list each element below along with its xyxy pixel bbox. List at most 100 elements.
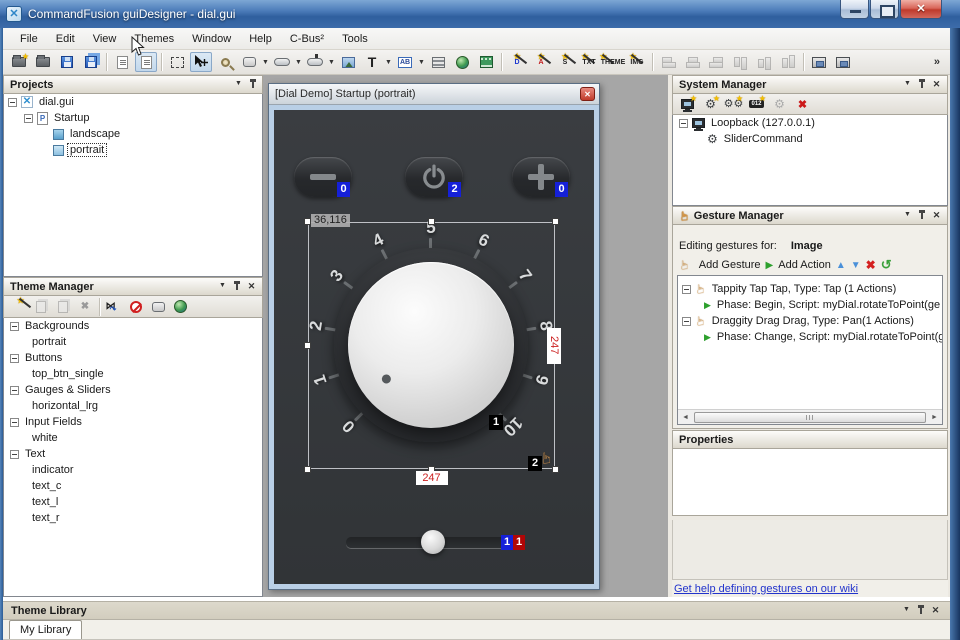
text-tool-dropdown[interactable]: ▼ — [384, 52, 393, 72]
device-wizard-button[interactable]: D — [506, 52, 528, 72]
horizontal-scrollbar[interactable]: ◄ ► — [678, 409, 942, 424]
slider-wizard-button[interactable]: S — [554, 52, 576, 72]
save-all-button[interactable] — [80, 52, 102, 72]
resize-handle[interactable] — [428, 218, 435, 225]
same-height-button[interactable] — [832, 52, 854, 72]
tree-item-loopback[interactable]: Loopback (127.0.0.1) — [673, 115, 947, 131]
resize-handle[interactable] — [304, 342, 311, 349]
minus-button-object[interactable]: 0 — [294, 157, 352, 197]
scroll-right-icon[interactable]: ► — [927, 414, 942, 421]
marquee-select-tool[interactable] — [166, 52, 188, 72]
add-macro-icon[interactable]: ⚙⚙★ — [723, 94, 744, 114]
text-tool[interactable]: T — [361, 52, 383, 72]
input-tool-dropdown[interactable]: ▼ — [417, 52, 426, 72]
resize-handle[interactable] — [552, 466, 559, 473]
flip-theme-icon[interactable]: ⋈ — [104, 297, 124, 317]
script-editor-button[interactable] — [111, 52, 133, 72]
menu-tools[interactable]: Tools — [333, 28, 377, 50]
add-numeric-icon[interactable]: 012★ — [746, 94, 767, 114]
theme-library-dropdown-icon[interactable]: ▼ — [900, 604, 913, 617]
delete-system-icon[interactable]: ✖ — [792, 94, 813, 114]
tree-item-gauges-sliders[interactable]: Gauges & Sliders — [4, 382, 262, 398]
paste-theme-icon[interactable] — [53, 297, 73, 317]
align-right-button[interactable] — [705, 52, 727, 72]
power-button-object[interactable]: 2 — [405, 157, 463, 197]
button-tool[interactable] — [238, 52, 260, 72]
image-wizard-button[interactable]: IMG — [626, 52, 648, 72]
theme-library-close-icon[interactable]: ✕ — [929, 604, 942, 617]
tab-my-library[interactable]: My Library — [9, 620, 82, 639]
tree-item-bg-portrait[interactable]: portrait — [4, 334, 262, 350]
add-command-icon[interactable]: ⚙★ — [700, 94, 721, 114]
gauge-tool-dropdown[interactable]: ▼ — [327, 52, 336, 72]
projects-dropdown-icon[interactable]: ▼ — [232, 78, 245, 91]
theme-wizard-button[interactable]: THEME — [602, 52, 624, 72]
add-system-icon[interactable]: ★ — [677, 94, 698, 114]
tree-item-buttons[interactable]: Buttons — [4, 350, 262, 366]
collapse-icon[interactable] — [24, 114, 33, 123]
maximize-button[interactable] — [870, 0, 899, 19]
collapse-icon[interactable] — [8, 98, 17, 107]
tree-item-tap-action[interactable]: ▶ Phase: Begin, Script: myDial.rotateToP… — [678, 297, 942, 313]
slider-tool[interactable] — [271, 52, 293, 72]
move-up-icon[interactable]: ▲ — [836, 260, 846, 271]
add-action-button[interactable]: Add Action — [778, 259, 831, 271]
script-ide-button[interactable] — [135, 52, 157, 72]
theme-manager-dropdown-icon[interactable]: ▼ — [216, 280, 229, 293]
system-manager-dropdown-icon[interactable]: ▼ — [901, 78, 914, 91]
align-center-button[interactable] — [681, 52, 703, 72]
minimize-button[interactable] — [840, 0, 869, 19]
align-middle-button[interactable] — [753, 52, 775, 72]
tree-item-text-l[interactable]: text_l — [4, 494, 262, 510]
system-manager-close-icon[interactable]: ✕ — [930, 78, 943, 91]
menu-window[interactable]: Window — [183, 28, 240, 50]
button-tool-dropdown[interactable]: ▼ — [261, 52, 270, 72]
copy-theme-icon[interactable] — [31, 297, 51, 317]
tree-item-text-c[interactable]: text_c — [4, 478, 262, 494]
scrollbar-thumb[interactable] — [694, 412, 926, 423]
tree-item-text[interactable]: Text — [4, 446, 262, 462]
design-canvas[interactable]: 0 2 0 — [274, 110, 594, 584]
resize-handle[interactable] — [304, 466, 311, 473]
slider-knob[interactable] — [421, 530, 445, 554]
canvas-close-button[interactable]: ✕ — [580, 87, 595, 101]
theme-manager-close-icon[interactable]: ✕ — [245, 280, 258, 293]
button-theme-icon[interactable] — [148, 297, 168, 317]
resize-handle[interactable] — [304, 218, 311, 225]
align-top-button[interactable] — [729, 52, 751, 72]
tree-item-pan-action[interactable]: ▶ Phase: Change, Script: myDial.rotateTo… — [678, 329, 942, 345]
edit-command-icon[interactable]: ⚙ — [769, 94, 790, 114]
tree-item-backgrounds[interactable]: Backgrounds — [4, 318, 262, 334]
menu-edit[interactable]: Edit — [47, 28, 84, 50]
browser-tool[interactable] — [451, 52, 473, 72]
video-tool[interactable] — [475, 52, 497, 72]
scroll-left-icon[interactable]: ◄ — [678, 414, 693, 421]
action-wizard-button[interactable]: A — [530, 52, 552, 72]
gesture-manager-pin-icon[interactable] — [917, 209, 927, 222]
menu-file[interactable]: File — [11, 28, 47, 50]
delete-theme-icon[interactable]: ✖ — [75, 297, 95, 317]
list-tool[interactable] — [427, 52, 449, 72]
move-tool[interactable] — [190, 52, 212, 72]
tree-item-top-btn-single[interactable]: top_btn_single — [4, 366, 262, 382]
web-theme-icon[interactable] — [170, 297, 190, 317]
theme-library-pin-icon[interactable] — [916, 604, 926, 617]
save-button[interactable] — [56, 52, 78, 72]
zoom-tool[interactable] — [214, 52, 236, 72]
tree-item-portrait[interactable]: portrait — [4, 142, 262, 158]
same-width-button[interactable] — [808, 52, 830, 72]
gauge-tool[interactable] — [304, 52, 326, 72]
slider-tool-dropdown[interactable]: ▼ — [294, 52, 303, 72]
menu-help[interactable]: Help — [240, 28, 281, 50]
gesture-manager-close-icon[interactable]: ✕ — [930, 209, 943, 222]
tree-item-text-r[interactable]: text_r — [4, 510, 262, 526]
align-bottom-button[interactable] — [777, 52, 799, 72]
selection-rectangle[interactable]: 36,116 247 247 — [308, 222, 555, 469]
tree-item-dialgui[interactable]: dial.gui — [4, 94, 262, 110]
text-wizard-button[interactable]: TXT — [578, 52, 600, 72]
undo-icon[interactable]: ↺ — [881, 257, 892, 273]
tree-item-white[interactable]: white — [4, 430, 262, 446]
new-project-button[interactable]: ★ — [8, 52, 30, 72]
input-field-tool[interactable]: AB — [394, 52, 416, 72]
menu-themes[interactable]: Themes — [125, 28, 183, 50]
